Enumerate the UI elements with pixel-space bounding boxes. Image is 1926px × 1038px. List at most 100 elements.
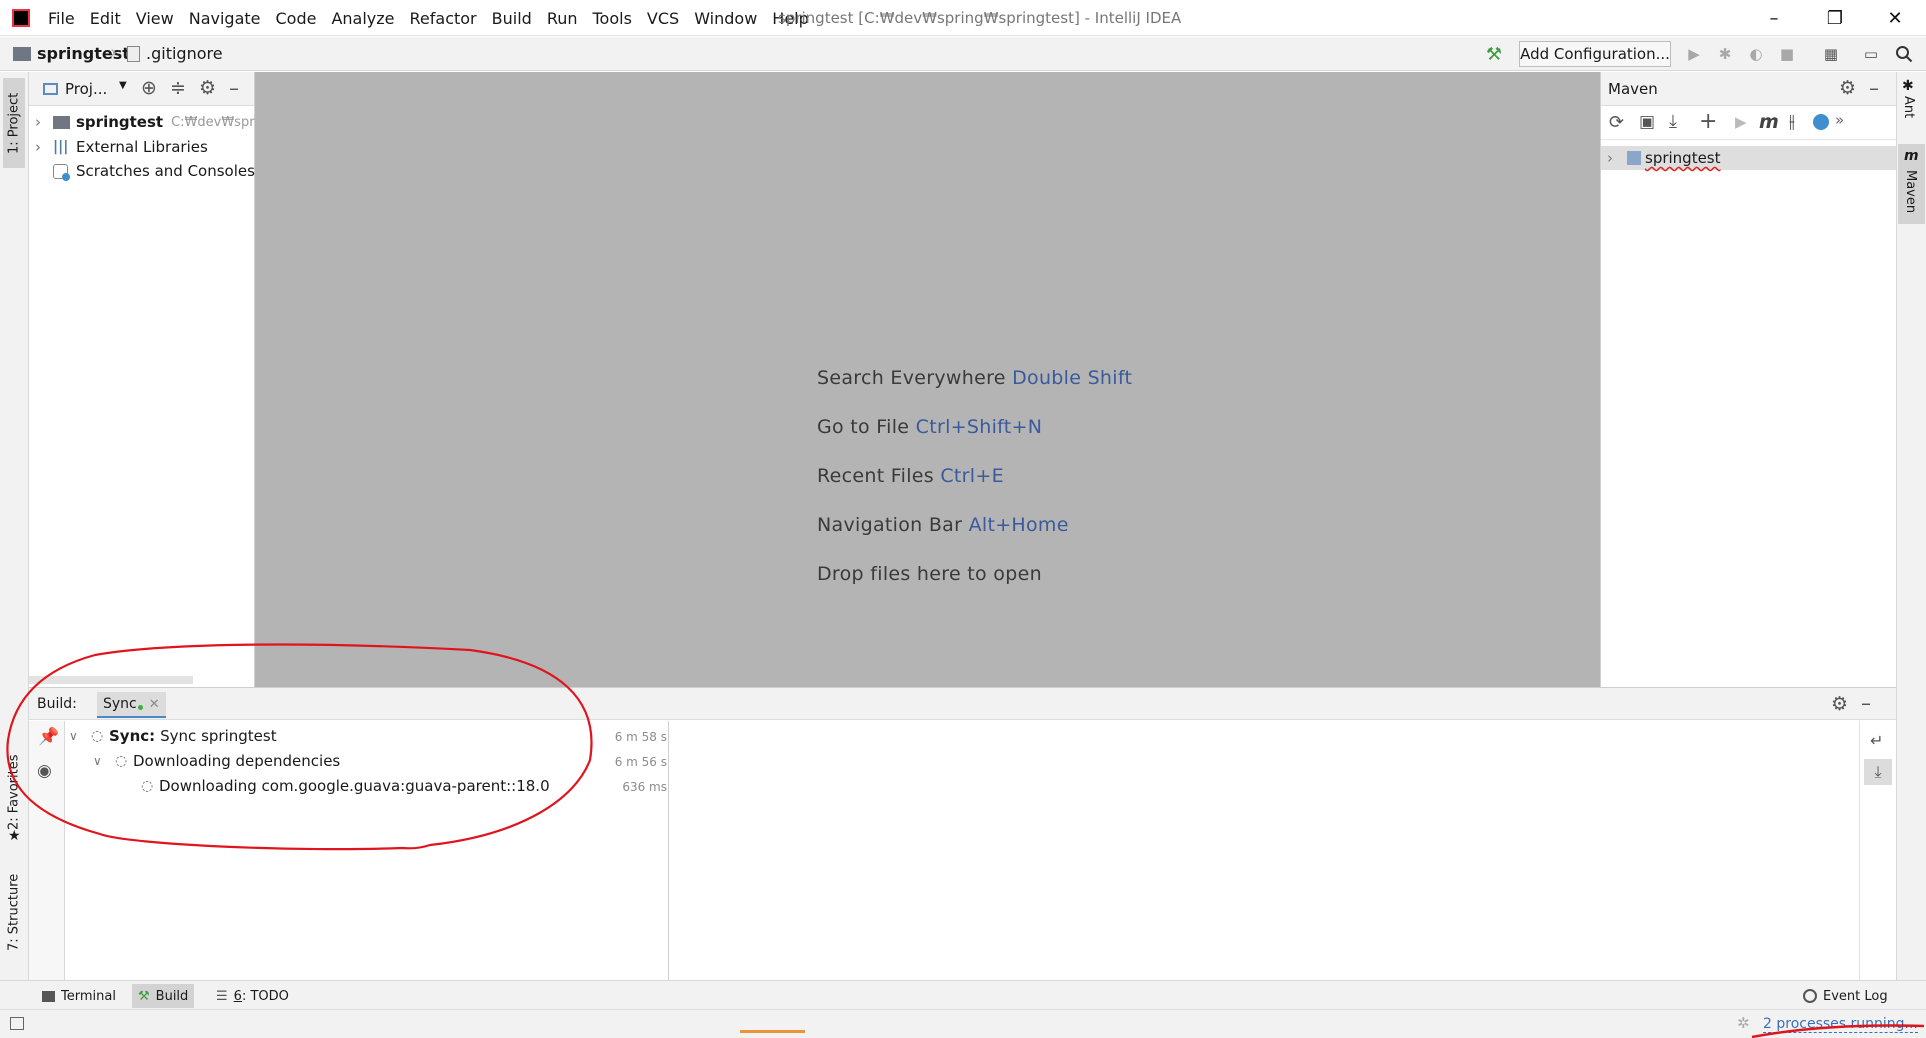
hint-navigation-bar: Navigation Bar Alt+Home bbox=[817, 514, 1069, 536]
reimport-icon[interactable]: ⟳ bbox=[1609, 112, 1624, 133]
spinner-icon: ◌ bbox=[115, 753, 128, 769]
project-view-selector[interactable]: Proj... bbox=[65, 80, 107, 98]
gear-icon[interactable]: ⚙ bbox=[199, 77, 216, 99]
tree-item-label: External Libraries bbox=[76, 138, 208, 156]
add-icon[interactable]: + bbox=[1699, 109, 1717, 134]
maven-tree-item[interactable]: › springtest bbox=[1601, 146, 1896, 170]
gear-icon[interactable]: ⚙ bbox=[1831, 693, 1848, 715]
hint-shortcut: Double Shift bbox=[1012, 367, 1133, 389]
toggle-offline-icon[interactable]: ⫲ bbox=[1789, 111, 1795, 132]
tab-event-log-label: Event Log bbox=[1823, 988, 1888, 1004]
menu-file[interactable]: File bbox=[48, 9, 75, 28]
menu-edit[interactable]: Edit bbox=[90, 9, 121, 28]
hide-icon[interactable]: – bbox=[1861, 691, 1871, 715]
editor-area[interactable]: Search Everywhere Double Shift Go to Fil… bbox=[255, 72, 1600, 687]
spinner-icon: ◌ bbox=[141, 778, 154, 794]
menu-tools[interactable]: Tools bbox=[593, 9, 632, 28]
execute-goal-icon[interactable]: m bbox=[1759, 111, 1779, 133]
tree-item-springtest[interactable]: › springtest C:₩dev₩spring bbox=[35, 110, 275, 134]
menu-build[interactable]: Build bbox=[492, 9, 532, 28]
hide-icon[interactable]: – bbox=[229, 76, 239, 100]
presentation-icon[interactable]: ▭ bbox=[1860, 44, 1882, 64]
menu-code[interactable]: Code bbox=[276, 9, 317, 28]
skip-tests-icon[interactable] bbox=[1813, 114, 1829, 130]
project-view-icon bbox=[43, 83, 58, 95]
project-tab-label: 1: Project bbox=[6, 92, 22, 154]
tab-build-label: Build bbox=[155, 988, 189, 1004]
menu-view[interactable]: View bbox=[136, 9, 174, 28]
chevron-right-icon[interactable]: › bbox=[35, 138, 53, 156]
chevron-down-icon[interactable]: ∨ bbox=[69, 729, 87, 743]
run-icon[interactable]: ▶ bbox=[1735, 113, 1747, 131]
splitter[interactable] bbox=[668, 721, 669, 981]
build-row-guava[interactable]: ◌ Downloading com.google.guava:guava-par… bbox=[137, 774, 550, 798]
project-structure-icon[interactable]: ▦ bbox=[1820, 44, 1842, 64]
tab-event-log[interactable]: Event Log bbox=[1797, 984, 1894, 1008]
debug-icon[interactable]: ✱ bbox=[1714, 44, 1736, 64]
more-icon[interactable]: » bbox=[1835, 111, 1844, 129]
collapse-all-icon[interactable]: ≑ bbox=[170, 77, 186, 99]
processes-running-link[interactable]: 2 processes running... bbox=[1763, 1016, 1918, 1033]
close-button[interactable]: ✕ bbox=[1866, 0, 1924, 36]
tool-windows-icon[interactable] bbox=[10, 1017, 24, 1030]
hint-shortcut: Ctrl+Shift+N bbox=[915, 416, 1043, 438]
maven-project-icon bbox=[1627, 151, 1641, 165]
menu-run[interactable]: Run bbox=[547, 9, 578, 28]
stop-icon[interactable]: ■ bbox=[1776, 44, 1798, 64]
menu-refactor[interactable]: Refactor bbox=[410, 9, 477, 28]
scroll-to-end-icon[interactable]: ⤓ bbox=[1864, 759, 1892, 785]
hint-text: Navigation Bar bbox=[817, 514, 963, 536]
search-icon[interactable] bbox=[1893, 44, 1915, 64]
build-row-sync[interactable]: ∨ ◌ Sync: Sync springtest bbox=[69, 724, 277, 748]
build-hammer-icon[interactable]: ⚒ bbox=[1483, 44, 1505, 65]
build-row-time: 636 ms bbox=[622, 780, 667, 794]
maven-tool-tab[interactable]: m Maven bbox=[1898, 144, 1925, 224]
tab-build[interactable]: ⚒ Build bbox=[132, 984, 195, 1008]
breadcrumb-file[interactable]: .gitignore bbox=[146, 44, 223, 63]
tree-item-scratches[interactable]: Scratches and Consoles bbox=[53, 159, 255, 183]
gear-icon[interactable]: ⚙ bbox=[1839, 77, 1856, 99]
coverage-icon[interactable]: ◐ bbox=[1745, 44, 1767, 64]
tab-todo-label: : TODO bbox=[241, 988, 289, 1004]
generate-sources-icon[interactable]: ▣ bbox=[1639, 112, 1655, 132]
progress-indicator bbox=[740, 1030, 805, 1033]
hint-text: Search Everywhere bbox=[817, 367, 1006, 389]
chevron-right-icon[interactable]: › bbox=[1601, 149, 1627, 167]
tab-terminal-label: Terminal bbox=[61, 988, 116, 1004]
menu-analyze[interactable]: Analyze bbox=[331, 9, 394, 28]
tab-terminal[interactable]: Terminal bbox=[36, 984, 122, 1008]
hint-shortcut: Alt+Home bbox=[968, 514, 1069, 536]
status-dot bbox=[137, 704, 143, 710]
locate-icon[interactable]: ⊕ bbox=[141, 77, 157, 99]
soft-wrap-icon[interactable]: ↵ bbox=[1870, 731, 1883, 750]
event-log-icon bbox=[1803, 989, 1817, 1003]
download-icon[interactable]: ⤓ bbox=[1669, 111, 1677, 132]
window-title: springtest [C:₩dev₩spring₩springtest] - … bbox=[778, 9, 1182, 27]
hide-icon[interactable]: – bbox=[1869, 76, 1879, 100]
restore-button[interactable]: ❐ bbox=[1806, 0, 1864, 36]
chevron-down-icon[interactable]: ▼ bbox=[119, 80, 127, 91]
add-configuration-button[interactable]: Add Configuration... bbox=[1519, 41, 1671, 67]
ant-tool-tab[interactable]: Ant bbox=[1901, 96, 1916, 118]
pin-icon[interactable]: 📌 bbox=[38, 727, 59, 747]
menu-vcs[interactable]: VCS bbox=[647, 9, 679, 28]
hint-search-everywhere: Search Everywhere Double Shift bbox=[817, 367, 1132, 389]
tree-item-external-libraries[interactable]: › ||| External Libraries bbox=[35, 135, 208, 159]
structure-tool-tab[interactable]: 7: Structure bbox=[3, 862, 25, 962]
ant-icon: ✱ bbox=[1902, 78, 1914, 94]
eye-icon[interactable]: ◉ bbox=[37, 761, 52, 781]
menu-navigate[interactable]: Navigate bbox=[189, 9, 261, 28]
menu-window[interactable]: Window bbox=[694, 9, 757, 28]
chevron-right-icon[interactable]: › bbox=[35, 113, 53, 131]
chevron-down-icon[interactable]: ∨ bbox=[93, 754, 111, 768]
run-icon[interactable]: ▶ bbox=[1683, 44, 1705, 64]
module-folder-icon bbox=[53, 115, 70, 129]
tab-sync[interactable]: Sync ✕ bbox=[97, 692, 166, 718]
minimize-button[interactable]: – bbox=[1745, 0, 1803, 36]
close-icon[interactable]: ✕ bbox=[149, 697, 160, 712]
project-tool-tab[interactable]: 1: Project bbox=[3, 78, 25, 168]
build-row-dependencies[interactable]: ∨ ◌ Downloading dependencies bbox=[93, 749, 340, 773]
hint-text: Drop files here to open bbox=[817, 563, 1042, 585]
tab-todo[interactable]: ☰ 6 : TODO bbox=[210, 984, 295, 1008]
horizontal-scrollbar[interactable] bbox=[29, 676, 193, 684]
